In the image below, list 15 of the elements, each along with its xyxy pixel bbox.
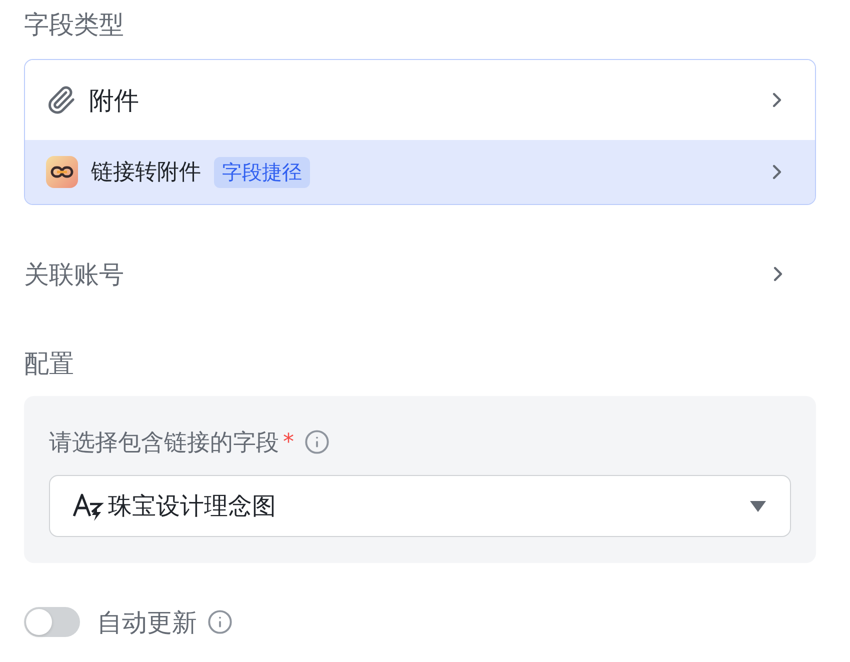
- section-title: 字段类型: [24, 9, 125, 41]
- field-type-option[interactable]: 链接转附件 字段捷径: [25, 140, 815, 204]
- info-icon[interactable]: [304, 429, 330, 455]
- linked-account-row[interactable]: 关联账号: [24, 244, 816, 304]
- paperclip-icon: [46, 85, 76, 115]
- field-select[interactable]: 珠宝设计理念图: [49, 475, 791, 537]
- toggle-label: 自动更新: [97, 606, 197, 638]
- caret-down-icon: [750, 500, 766, 512]
- info-icon[interactable]: [207, 609, 233, 635]
- link-app-icon: [46, 156, 78, 188]
- shortcut-badge: 字段捷径: [214, 156, 310, 188]
- required-mark: *: [283, 430, 294, 454]
- field-label: 请选择包含链接的字段: [49, 428, 279, 458]
- section-title: 配置: [24, 348, 75, 380]
- toggle-switch[interactable]: [24, 607, 80, 637]
